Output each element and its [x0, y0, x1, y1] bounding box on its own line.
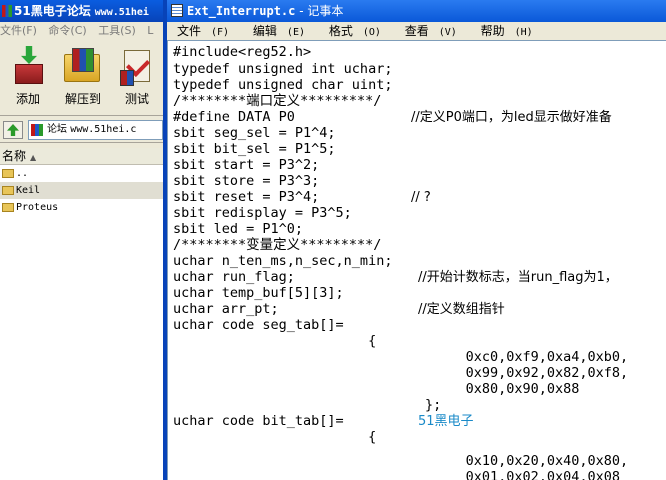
archive-app-icon [2, 5, 12, 17]
code-line: typedef unsigned int uchar; [173, 61, 393, 77]
archive-file-list: 名称 ▲ .. Keil Proteus [0, 148, 163, 480]
list-item-proteus[interactable]: Proteus [0, 199, 163, 216]
code-line: sbit seg_sel = P1^4; [173, 125, 336, 141]
sort-ascending-icon: ▲ [30, 153, 37, 162]
notepad-file-name: Ext_Interrupt.c [187, 4, 296, 18]
list-item-label: Keil [16, 185, 41, 196]
code-line: 0xc0,0xf9,0xa4,0xb0, [173, 349, 629, 365]
up-arrow-icon [7, 124, 19, 136]
extract-to-button[interactable]: 解压到 [58, 46, 108, 107]
menu-view[interactable]: 查看 (V) [395, 22, 467, 42]
code-editor[interactable]: #include<reg52.h> typedef unsigned int u… [167, 40, 666, 480]
code-line: sbit reset = P3^4; [173, 189, 320, 205]
code-line: #define DATA P0 [173, 109, 295, 125]
folder-icon [2, 169, 14, 178]
archive-path-url: www.51hei.c [70, 124, 137, 135]
test-button-label: 测试 [124, 92, 149, 106]
code-line: }; [173, 397, 442, 413]
code-line: sbit bit_sel = P1^5; [173, 141, 336, 157]
menu-more[interactable]: L [147, 24, 153, 37]
archive-toolbar: 添加 解压到 测试 [0, 40, 163, 116]
code-line: 0x80,0x90,0x88 [173, 381, 580, 397]
comment-run-flag: //开始计数标志，当run_flag为1， [418, 270, 618, 285]
folder-icon [2, 186, 14, 195]
add-archive-icon [9, 46, 47, 86]
code-line: #include<reg52.h> [173, 44, 312, 60]
up-folder-button[interactable] [3, 121, 23, 139]
menu-help[interactable]: 帮助 (H) [471, 22, 543, 42]
code-line: sbit store = P3^3; [173, 173, 320, 189]
code-line: uchar n_ten_ms,n_sec,n_min; [173, 253, 393, 269]
code-line: { [173, 429, 377, 445]
code-line: 0x99,0x92,0x82,0xf8, [173, 365, 629, 381]
code-line: uchar run_flag; [173, 269, 295, 285]
code-line: 0x10,0x20,0x40,0x80, [173, 453, 629, 469]
code-line: uchar code bit_tab[]= [173, 413, 344, 429]
code-line: uchar temp_buf[5][3]; [173, 285, 344, 301]
code-line: /********端口定义*********/ [173, 93, 382, 109]
comment-define-data: //定义P0端口，为led显示做好准备 [411, 110, 612, 125]
watermark-text: 51黑电子 [418, 414, 474, 429]
archive-menu-bar: 文件(F) 命令(C) 工具(S) L [0, 22, 163, 40]
code-line: /********变量定义*********/ [173, 237, 382, 253]
menu-tools[interactable]: 工具(S) [98, 24, 136, 37]
code-line: sbit redisplay = P3^5; [173, 205, 352, 221]
notepad-title-bar[interactable]: Ext_Interrupt.c - 记事本 [167, 0, 666, 22]
notepad-app-name: - 记事本 [295, 4, 344, 18]
archive-title-bar[interactable]: 51黑电子论坛 www.51hei [0, 0, 163, 22]
list-item-label: Proteus [16, 202, 59, 213]
name-column-header[interactable]: 名称 ▲ [0, 148, 163, 165]
archive-title-url: www.51hei [94, 7, 149, 18]
test-button[interactable]: 测试 [112, 46, 162, 107]
code-line: sbit start = P3^2; [173, 157, 320, 173]
archive-path-field[interactable]: 论坛 www.51hei.c [28, 120, 163, 140]
comment-arr-pt: //定义数组指针 [418, 302, 505, 317]
list-item-keil[interactable]: Keil [0, 182, 163, 199]
list-item-parent[interactable]: .. [0, 165, 163, 182]
extract-folder-icon [64, 46, 102, 86]
add-button[interactable]: 添加 [3, 46, 53, 107]
archive-file-icon [31, 124, 43, 136]
menu-command[interactable]: 命令(C) [48, 24, 86, 37]
test-checklist-icon [118, 46, 156, 86]
notepad-window: Ext_Interrupt.c - 记事本 文件 (F) 编辑 (E) 格式 (O) … [163, 0, 666, 480]
list-item-label: .. [16, 168, 29, 179]
code-line: sbit led = P1^0; [173, 221, 304, 237]
code-line: typedef unsigned char uint; [173, 77, 393, 93]
archive-title: 51黑电子论坛 [14, 4, 91, 18]
code-line: uchar arr_pt; [173, 301, 279, 317]
archive-address-bar: 论坛 www.51hei.c [0, 117, 163, 143]
menu-file[interactable]: 文件(F) [167, 22, 239, 42]
add-button-label: 添加 [15, 92, 40, 106]
code-line: 0x01,0x02,0x04,0x08 [173, 469, 621, 480]
notepad-icon [171, 4, 183, 17]
notepad-menu-bar: 文件 (F) 编辑 (E) 格式 (O) 查看 (V) 帮助 (H) [167, 22, 666, 40]
name-column-label: 名称 [2, 149, 27, 163]
archive-window: 51黑电子论坛 www.51hei 文件(F) 命令(C) 工具(S) L 添加 … [0, 0, 163, 480]
comment-reset: // ? [411, 190, 431, 205]
menu-format[interactable]: 格式 (O) [319, 22, 391, 42]
folder-icon [2, 203, 14, 212]
code-line: uchar code seg_tab[]= [173, 317, 344, 333]
archive-path-prefix: 论坛 [47, 124, 67, 135]
extract-to-button-label: 解压到 [64, 92, 101, 106]
menu-file[interactable]: 文件(F) [0, 24, 37, 37]
menu-edit[interactable]: 编辑 (E) [243, 22, 315, 42]
code-line: { [173, 333, 377, 349]
